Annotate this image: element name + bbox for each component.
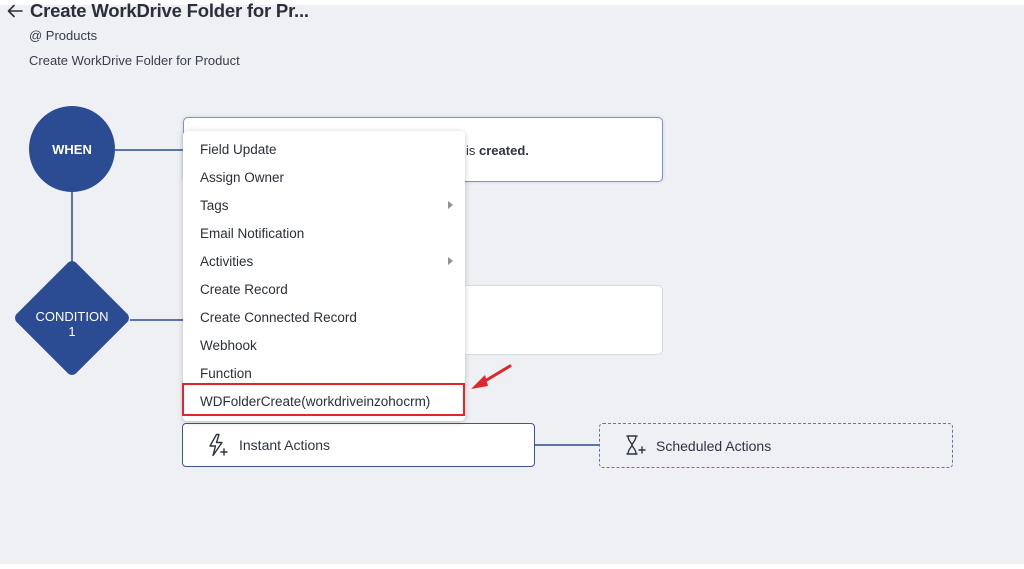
submenu-arrow-icon [448,257,453,265]
when-trigger-event: created. [479,143,529,158]
menu-item-label: Field Update [200,141,277,157]
submenu-arrow-icon [448,201,453,209]
when-trigger-text: is created. [466,143,529,158]
menu-item-wdfoldercreate[interactable]: WDFolderCreate(workdriveinzohocrm) [183,388,463,414]
scheduled-actions-label: Scheduled Actions [656,437,772,454]
instant-actions-button[interactable]: Instant Actions [182,423,535,467]
menu-item-webhook[interactable]: Webhook [183,332,465,358]
condition-label-number: 1 [68,324,76,339]
menu-item-field-update[interactable]: Field Update [183,136,465,162]
menu-item-label: Create Connected Record [200,309,357,325]
rule-description: Create WorkDrive Folder for Product [29,53,240,68]
menu-item-label: Email Notification [200,225,305,241]
menu-item-tags[interactable]: Tags [183,192,465,218]
menu-item-create-record[interactable]: Create Record [183,276,465,302]
condition-label: CONDITION 1 [22,309,122,339]
menu-item-create-connected-record[interactable]: Create Connected Record [183,304,465,330]
title-row: Create WorkDrive Folder for Pr... [6,0,309,22]
red-arrow-annotation [471,364,512,389]
hourglass-plus-icon [626,434,646,455]
menu-item-label: Create Record [200,281,288,297]
back-arrow-icon[interactable] [6,2,24,20]
module-name: @ Products [29,28,98,43]
scheduled-actions-button[interactable]: Scheduled Actions [599,423,953,468]
menu-item-label: Activities [200,253,254,269]
lightning-plus-icon [209,433,228,457]
instant-actions-label: Instant Actions [239,437,331,453]
condition-label-title: CONDITION [35,309,109,324]
menu-item-label: Webhook [200,337,257,353]
menu-item-label: Function [200,365,252,381]
menu-item-wdfoldercreate-label: WDFolderCreate(workdriveinzohocrm) [200,393,431,409]
page-title: Create WorkDrive Folder for Pr... [30,0,309,21]
when-label: WHEN [52,141,92,157]
menu-item-email-notification[interactable]: Email Notification [183,220,465,246]
menu-item-label: Assign Owner [200,169,285,185]
menu-item-assign-owner[interactable]: Assign Owner [183,164,465,190]
menu-item-activities[interactable]: Activities [183,248,465,274]
when-trigger-verb: is [466,143,476,158]
menu-item-label: Tags [200,197,229,213]
when-node[interactable]: WHEN [29,106,115,192]
